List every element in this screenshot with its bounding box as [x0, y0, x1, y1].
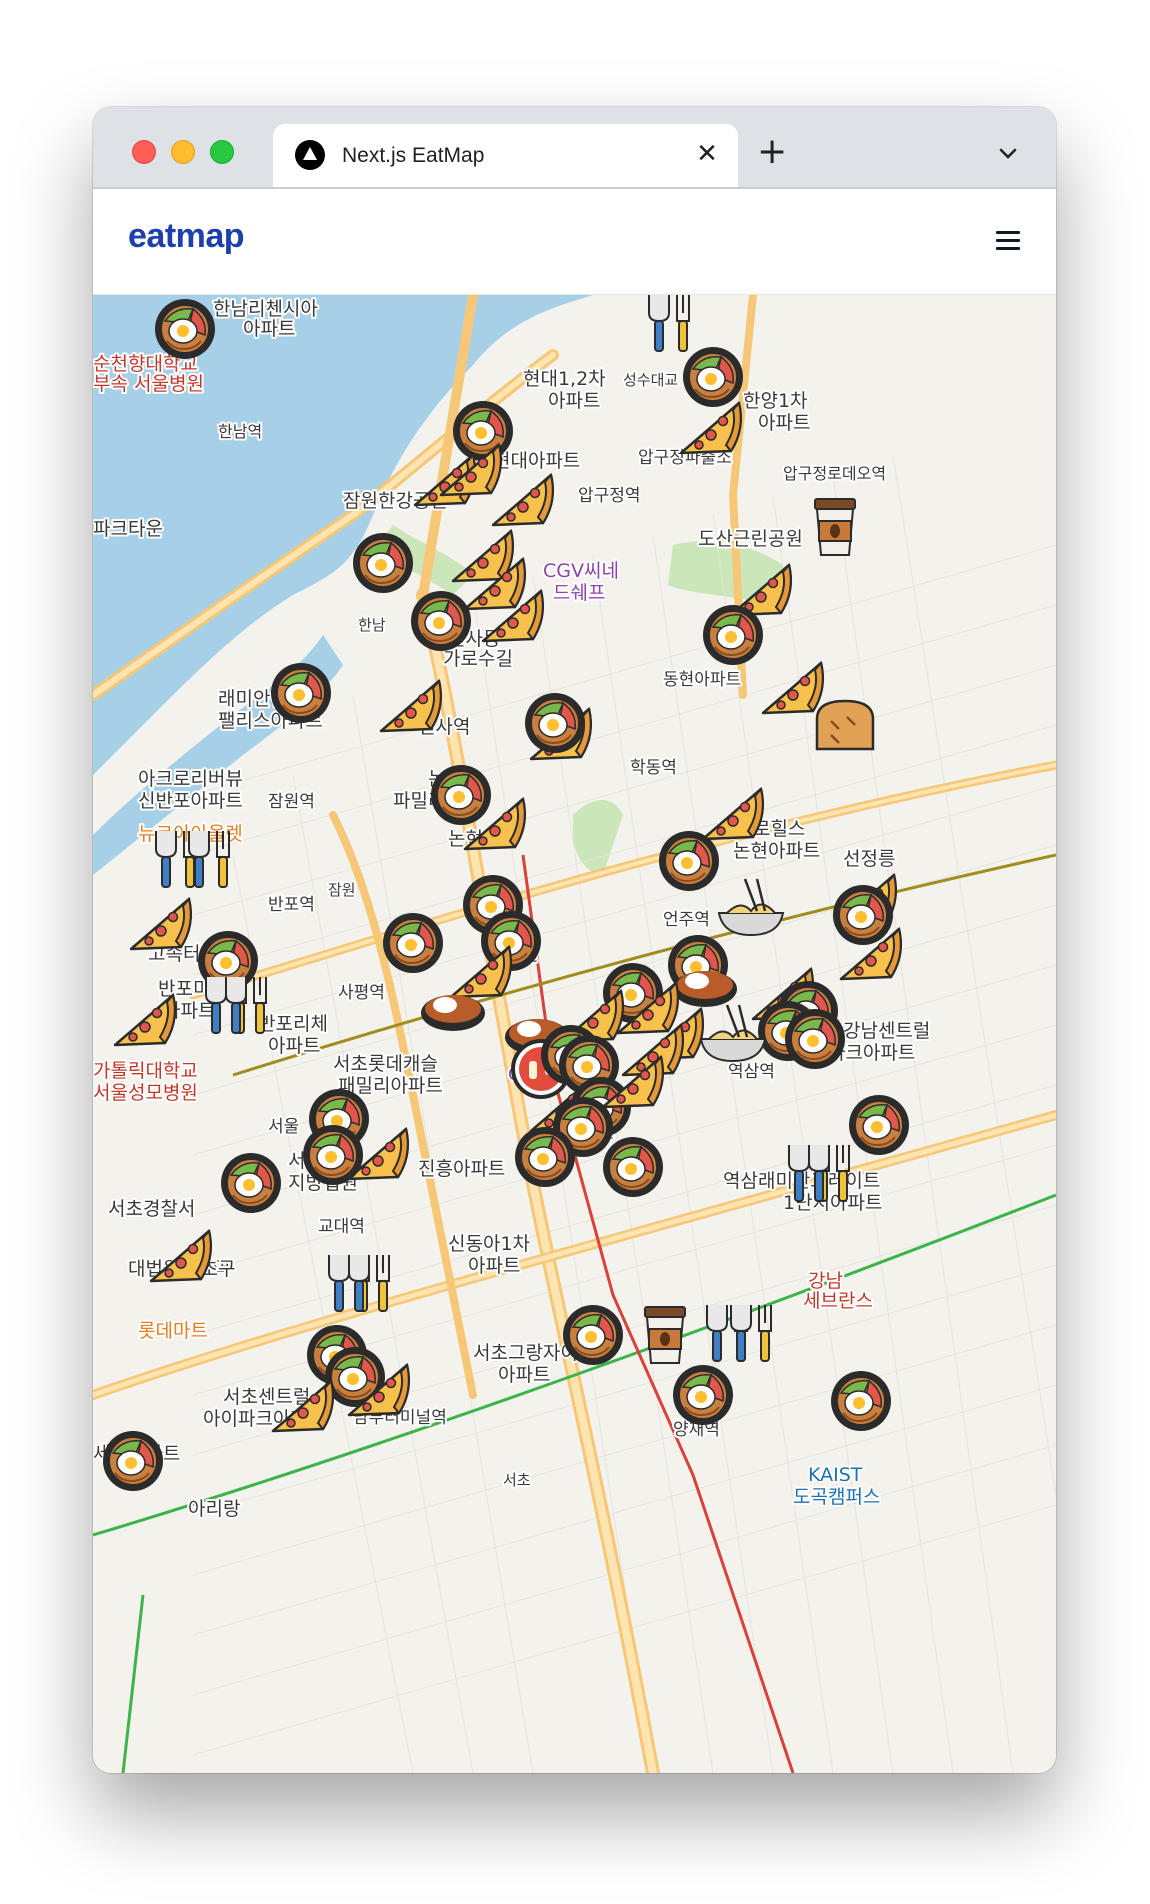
map-label: 가톨릭대학교 — [93, 1060, 198, 1082]
map-label: 강남 — [808, 1270, 843, 1292]
coffee-icon[interactable] — [814, 498, 856, 556]
bibimbap-icon[interactable] — [603, 1137, 663, 1197]
map-label: 한남역 — [218, 422, 262, 441]
map-canvas[interactable]: 한남리첸시아 아파트 순천향대학교 부속 서울병원 현대1,2차 아파트 성수대교 한양1차 아… — [93, 295, 1056, 1773]
tab-title: Next.js EatMap — [342, 144, 485, 167]
bibimbap-icon[interactable] — [563, 1305, 623, 1365]
bibimbap-icon[interactable] — [831, 1371, 891, 1431]
map-label: 아파트 — [243, 318, 295, 340]
map-label: 아파트 — [548, 390, 600, 412]
map-label: 압구정로데오역 — [783, 464, 886, 483]
map-label: 서초그랑자이 — [473, 1342, 578, 1364]
map-label: 서초센트럴 — [223, 1386, 310, 1408]
browser-tab[interactable]: Next.js EatMap ✕ — [273, 124, 738, 187]
map-label: 압구정역 — [578, 486, 641, 506]
bibimbap-icon[interactable] — [303, 1125, 363, 1185]
map-label: 언주역 — [663, 910, 710, 930]
map-label: 도산근린공원 — [698, 528, 803, 550]
map-label: 아파트 — [468, 1255, 520, 1277]
bibimbap-icon[interactable] — [525, 693, 585, 753]
bibimbap-icon[interactable] — [103, 1431, 163, 1491]
bibimbap-icon[interactable] — [833, 885, 893, 945]
map-label: 진흥아파트 — [418, 1158, 505, 1180]
map-label: 세브란스 — [803, 1290, 873, 1312]
bibimbap-icon[interactable] — [221, 1153, 281, 1213]
map-label: 잠원 — [328, 881, 356, 899]
tab-list-chevron-icon[interactable] — [998, 145, 1018, 164]
map-label: 아파트 — [268, 1035, 320, 1057]
bread-icon[interactable] — [815, 699, 875, 751]
tab-bar: Next.js EatMap ✕ + — [93, 107, 1056, 187]
curry-icon[interactable] — [673, 971, 737, 1007]
bibimbap-icon[interactable] — [155, 299, 215, 359]
map-label: 현대아파트 — [493, 450, 580, 472]
map-label: 신반포아파트 — [138, 790, 243, 812]
bibimbap-icon[interactable] — [353, 533, 413, 593]
map-label: 가로수길 — [443, 648, 513, 670]
map-label: 아크로리버뷰 — [138, 768, 243, 790]
bibimbap-icon[interactable] — [431, 765, 491, 825]
hamburger-icon[interactable] — [996, 231, 1020, 251]
bibimbap-icon[interactable] — [659, 831, 719, 891]
map-label: 서울 — [268, 1117, 299, 1137]
tab-close-icon[interactable]: ✕ — [693, 140, 721, 168]
bibimbap-icon[interactable] — [515, 1127, 575, 1187]
bibimbap-icon[interactable] — [785, 1009, 845, 1069]
map-label: 잠원역 — [268, 792, 315, 812]
map-label: 성수대교 — [623, 371, 678, 389]
browser-window: Next.js EatMap ✕ + eatmap 한남리첸시아 아파트 순천향… — [93, 107, 1056, 1773]
map-label: 아파트 — [498, 1364, 550, 1386]
close-window-button[interactable] — [132, 140, 156, 164]
bibimbap-icon[interactable] — [411, 591, 471, 651]
map-svg[interactable]: 한남리첸시아아파트순천향대학교부속 서울병원 현대1,2차아파트성수대교한양1차아… — [93, 295, 1056, 1773]
bibimbap-icon[interactable] — [703, 605, 763, 665]
minimize-window-button[interactable] — [171, 140, 195, 164]
map-label: 교대역 — [318, 1217, 365, 1237]
map-label: 사평역 — [338, 983, 385, 1003]
map-label: 서초 — [503, 1471, 531, 1489]
bibimbap-icon[interactable] — [271, 663, 331, 723]
map-label: CGV씨네 — [543, 560, 619, 582]
map-label: 반포리체 — [258, 1013, 328, 1035]
map-label: 서초경찰서 — [108, 1198, 195, 1220]
map-label: 한남 — [358, 616, 386, 634]
map-label: 역삼역 — [728, 1062, 775, 1082]
bibimbap-icon[interactable] — [849, 1095, 909, 1155]
map-label: 롯데마트 — [138, 1320, 208, 1342]
bibimbap-icon[interactable] — [453, 401, 513, 461]
nextjs-favicon-icon — [295, 140, 325, 170]
map-label: 논현아파트 — [733, 840, 820, 862]
coffee-icon[interactable] — [644, 1306, 686, 1364]
curry-icon[interactable] — [421, 995, 485, 1031]
map-label: 서초롯데캐슬 — [333, 1053, 438, 1075]
map-label: 선정릉 — [843, 848, 895, 870]
map-label: 강남센트럴 — [843, 1020, 930, 1042]
bibimbap-icon[interactable] — [383, 913, 443, 973]
map-label: 한남리첸시아 — [213, 298, 318, 320]
app-navbar: eatmap — [93, 189, 1056, 295]
map-label: 파크타운 — [93, 518, 163, 540]
map-label: 한양1차 — [743, 390, 808, 412]
map-label: 동현아파트 — [663, 670, 741, 690]
map-label: 반포역 — [268, 895, 315, 915]
bibimbap-icon[interactable] — [673, 1365, 733, 1425]
map-label: 아파트 — [758, 412, 810, 434]
map-label: 신동아1차 — [448, 1233, 530, 1255]
map-label: 아리랑 — [188, 1498, 240, 1520]
app-logo[interactable]: eatmap — [128, 217, 245, 256]
new-tab-button[interactable]: + — [757, 134, 787, 170]
map-label: 서울성모병원 — [93, 1082, 198, 1104]
map-label: KAIST — [808, 1464, 863, 1486]
map-label: 도곡캠퍼스 — [793, 1486, 880, 1508]
map-label: 현대1,2차 — [523, 368, 606, 390]
map-label: 학동역 — [630, 758, 677, 778]
map-label: 드쉐프 — [553, 582, 605, 604]
maximize-window-button[interactable] — [210, 140, 234, 164]
map-label: 부속 서울병원 — [93, 373, 204, 395]
bibimbap-icon[interactable] — [683, 347, 743, 407]
